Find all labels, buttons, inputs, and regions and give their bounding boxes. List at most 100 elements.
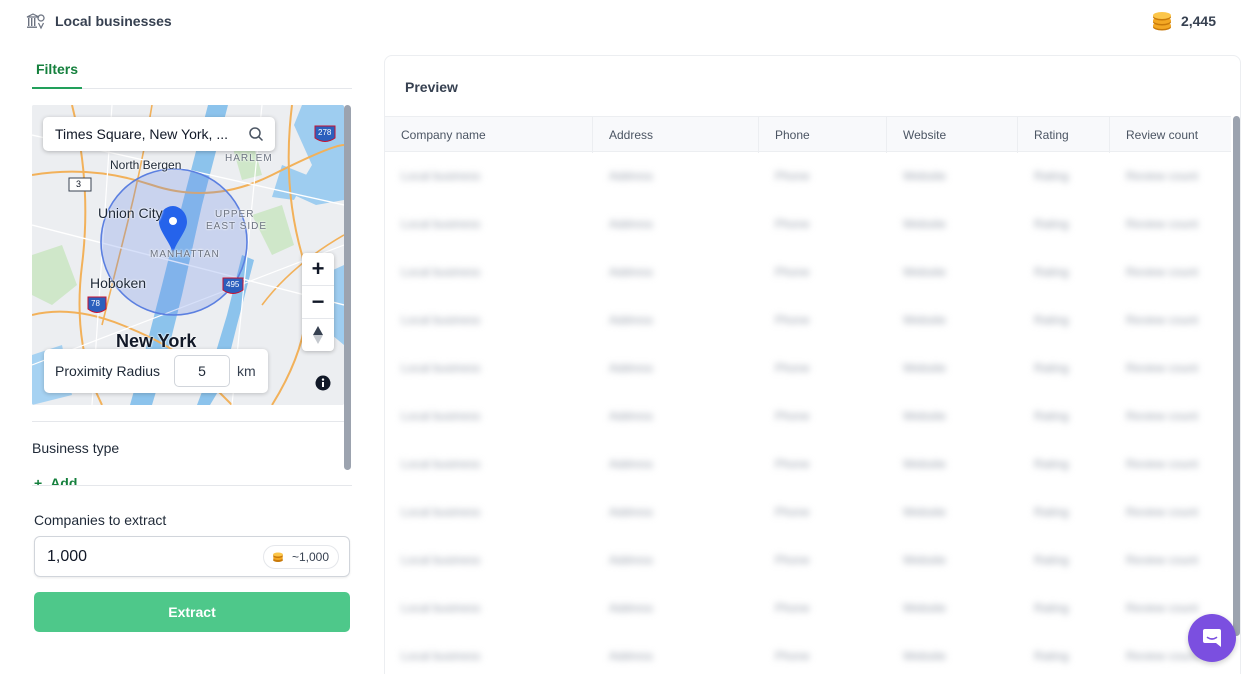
phone-cell: Phone <box>775 409 810 423</box>
rating-cell: Rating <box>1034 313 1069 327</box>
compass-button[interactable] <box>302 319 334 351</box>
add-business-type-button[interactable]: + Add <box>34 475 77 485</box>
rating-cell: Rating <box>1034 601 1069 615</box>
route-3-shield: 3 <box>76 179 82 189</box>
table-row: Local business Address Phone Website Rating R… <box>385 488 1231 536</box>
column-header-review-count[interactable]: Review count <box>1110 117 1231 153</box>
table-row: Local business Address Phone Website Rating R… <box>385 632 1231 674</box>
map-search-value: Times Square, New York, ... <box>55 126 228 142</box>
companies-to-extract-label: Companies to extract <box>34 512 167 528</box>
website-cell: Website <box>903 265 947 279</box>
address-cell: Address <box>609 265 654 279</box>
website-cell: Website <box>903 169 947 183</box>
website-cell: Website <box>903 361 947 375</box>
address-cell: Address <box>609 361 654 375</box>
column-header-phone[interactable]: Phone <box>759 117 887 153</box>
proximity-radius-label: Proximity Radius <box>55 363 161 379</box>
address-cell: Address <box>609 217 654 231</box>
table-row: Local business Address Phone Website Rating R… <box>385 584 1231 632</box>
table-row: Local business Address Phone Website Rating R… <box>385 344 1231 392</box>
website-cell: Website <box>903 553 947 567</box>
company-name-cell: Local business <box>401 169 481 183</box>
column-header-rating[interactable]: Rating <box>1018 117 1110 153</box>
company-name-cell: Local business <box>401 217 481 231</box>
info-icon[interactable] <box>315 375 331 391</box>
section-divider <box>32 485 352 486</box>
address-cell: Address <box>609 457 654 471</box>
plus-icon: + <box>34 475 43 485</box>
phone-cell: Phone <box>775 553 810 567</box>
address-cell: Address <box>609 313 654 327</box>
column-header-website[interactable]: Website <box>887 117 1018 153</box>
compass-icon <box>313 326 323 344</box>
website-cell: Website <box>903 313 947 327</box>
review-count-cell: Review count <box>1126 361 1199 375</box>
review-count-cell: Review count <box>1126 217 1199 231</box>
column-header-company-name[interactable]: Company name <box>385 117 593 153</box>
review-count-cell: Review count <box>1126 265 1199 279</box>
address-cell: Address <box>609 505 654 519</box>
add-business-type-label: Add <box>50 475 78 485</box>
route-278-shield: 278 <box>318 128 332 137</box>
company-name-cell: Local business <box>401 313 481 327</box>
column-header-address[interactable]: Address <box>593 117 759 153</box>
phone-cell: Phone <box>775 457 810 471</box>
app-header: Local businesses 2,445 <box>0 0 1252 44</box>
phone-cell: Phone <box>775 601 810 615</box>
chat-support-button[interactable] <box>1188 614 1236 662</box>
website-cell: Website <box>903 601 947 615</box>
zoom-out-button[interactable]: − <box>302 286 334 318</box>
table-row: Local business Address Phone Website Rating R… <box>385 536 1231 584</box>
map[interactable]: Times Square, New York, ... North Bergen… <box>32 105 344 405</box>
credits-value: 2,445 <box>1180 13 1216 29</box>
credits-balance: 2,445 <box>1151 10 1216 32</box>
review-count-cell: Review count <box>1126 313 1199 327</box>
map-label-east-side: EAST SIDE <box>206 221 268 232</box>
coins-icon <box>272 552 283 562</box>
address-cell: Address <box>609 169 654 183</box>
table-row: Local business Address Phone Website Rating R… <box>385 440 1231 488</box>
companies-to-extract-input[interactable]: 1,000 ~1,000 <box>34 536 350 577</box>
extract-button[interactable]: Extract <box>34 592 350 632</box>
map-search-input[interactable]: Times Square, New York, ... <box>43 117 275 151</box>
preview-scrollbar[interactable] <box>1233 116 1240 636</box>
proximity-radius-input[interactable]: 5 <box>174 355 230 387</box>
filters-scrollbar[interactable] <box>344 105 351 470</box>
company-name-cell: Local business <box>401 649 481 663</box>
review-count-cell: Review count <box>1126 553 1199 567</box>
chat-icon <box>1203 629 1221 647</box>
company-name-cell: Local business <box>401 505 481 519</box>
route-78-shield: 78 <box>91 299 100 308</box>
phone-cell: Phone <box>775 169 810 183</box>
phone-cell: Phone <box>775 265 810 279</box>
table-row: Local business Address Phone Website Rating R… <box>385 152 1231 200</box>
phone-cell: Phone <box>775 217 810 231</box>
rating-cell: Rating <box>1034 361 1069 375</box>
company-name-cell: Local business <box>401 601 481 615</box>
address-cell: Address <box>609 649 654 663</box>
tab-filters[interactable]: Filters <box>32 50 82 89</box>
company-name-cell: Local business <box>401 409 481 423</box>
review-count-cell: Review count <box>1126 409 1199 423</box>
review-count-cell: Review count <box>1126 505 1199 519</box>
table-row: Local business Address Phone Website Rating R… <box>385 248 1231 296</box>
table-row: Local business Address Phone Website Rating R… <box>385 200 1231 248</box>
search-icon[interactable] <box>248 126 264 142</box>
zoom-in-button[interactable]: + <box>302 253 334 285</box>
rating-cell: Rating <box>1034 217 1069 231</box>
website-cell: Website <box>903 505 947 519</box>
website-cell: Website <box>903 649 947 663</box>
app-title-text: Local businesses <box>55 13 172 29</box>
cost-estimate-value: ~1,000 <box>291 550 329 564</box>
address-cell: Address <box>609 553 654 567</box>
cost-estimate-badge: ~1,000 <box>262 545 339 569</box>
table-row: Local business Address Phone Website Rating R… <box>385 296 1231 344</box>
preview-panel: Preview Company name Address Phone Websi… <box>384 55 1241 674</box>
review-count-cell: Review count <box>1126 169 1199 183</box>
preview-title: Preview <box>405 79 458 95</box>
table-header: Company name Address Phone Website Ratin… <box>385 116 1231 153</box>
website-cell: Website <box>903 457 947 471</box>
website-cell: Website <box>903 217 947 231</box>
rating-cell: Rating <box>1034 649 1069 663</box>
company-name-cell: Local business <box>401 265 481 279</box>
